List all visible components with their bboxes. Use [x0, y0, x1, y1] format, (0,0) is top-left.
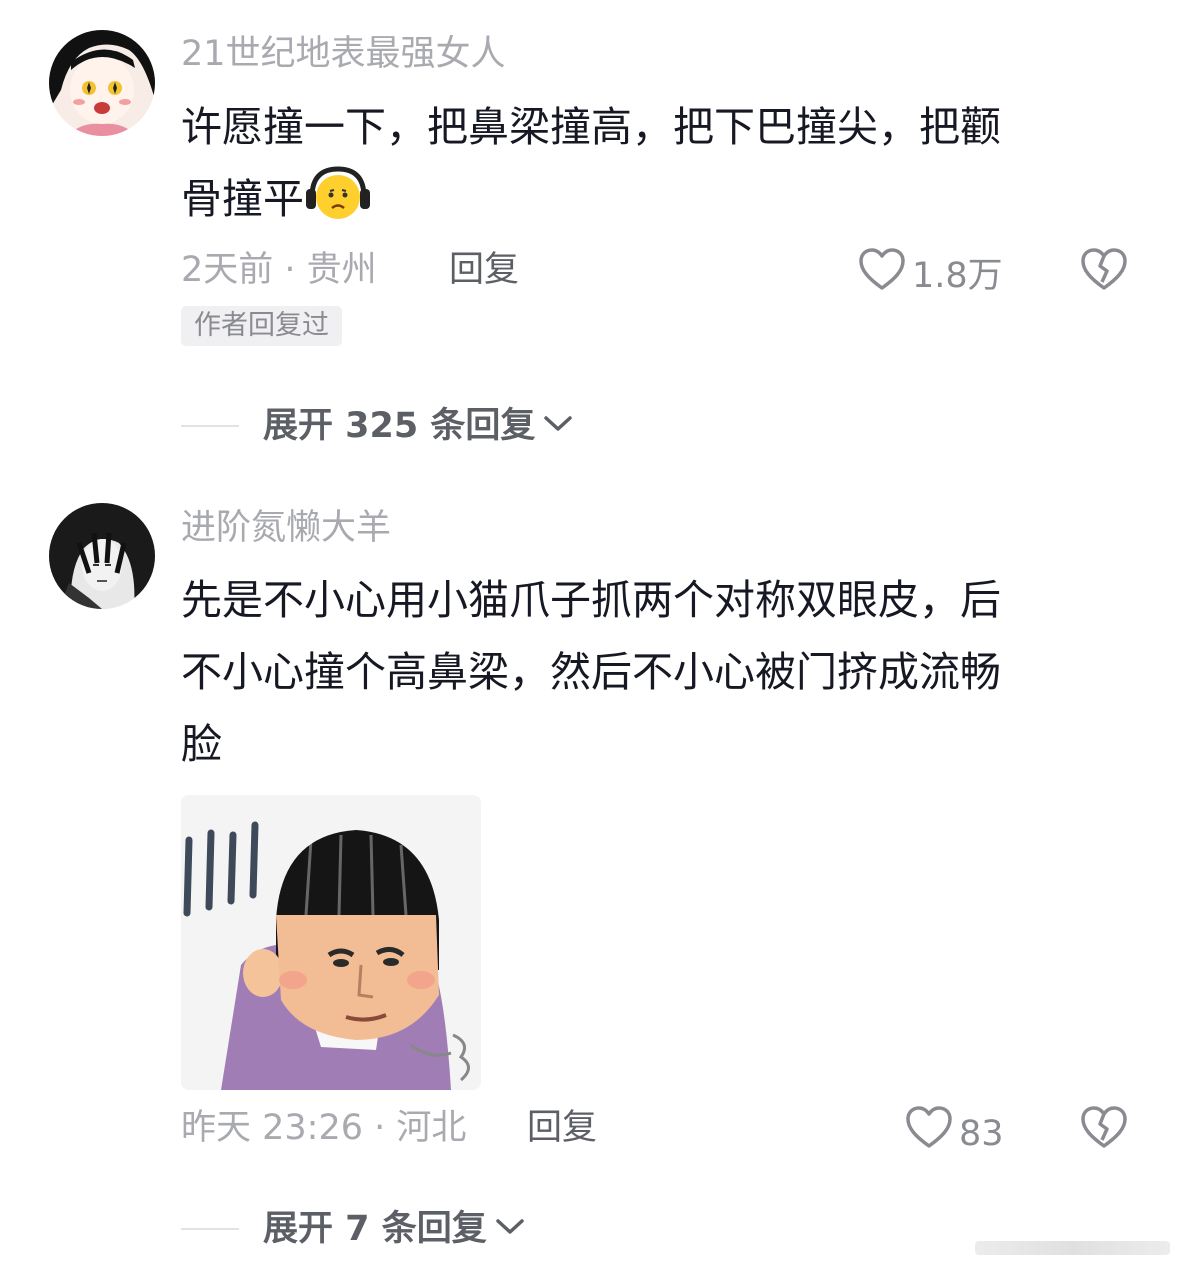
like-count: 83: [959, 1113, 1004, 1154]
heart-outline-icon: [905, 1106, 953, 1161]
meme-sticker-image[interactable]: [181, 795, 481, 1090]
like-count: 1.8万: [912, 255, 1003, 296]
expand-replies-label: 展开 325 条回复: [263, 406, 536, 446]
divider: [181, 425, 239, 427]
comment-text: 先是不小心用小猫爪子抓两个对称双眼皮，后 不小心撞个高鼻梁，然后不小心被门挤成流…: [181, 564, 1101, 780]
comment-text-line: 骨撞平: [181, 163, 1101, 245]
broken-heart-icon: [1080, 1106, 1128, 1154]
comment-text-line: 先是不小心用小猫爪子抓两个对称双眼皮，后: [181, 576, 1001, 624]
heart-outline-icon: [858, 248, 906, 303]
dislike-button[interactable]: [1080, 1106, 1128, 1154]
comment-meta: 2天前 · 贵州: [181, 250, 377, 290]
dislike-button[interactable]: [1080, 248, 1128, 296]
expand-replies-button[interactable]: 展开 325 条回复: [181, 404, 573, 448]
broken-heart-icon: [1080, 248, 1128, 296]
comment-text-line: 许愿撞一下，把鼻梁撞高，把下巴撞尖，把颧: [181, 103, 1001, 151]
username[interactable]: 21世纪地表最强女人: [181, 32, 506, 76]
expand-replies-label: 展开 7 条回复: [263, 1209, 487, 1249]
comment-text-line: 脸: [181, 720, 222, 768]
chevron-down-icon: [535, 414, 573, 438]
divider: [181, 1228, 239, 1230]
comment-text-line: 不小心撞个高鼻梁，然后不小心被门挤成流畅: [181, 648, 1001, 696]
like-button[interactable]: 83: [905, 1106, 1004, 1161]
watermark-bar: [975, 1241, 1170, 1255]
expand-replies-button[interactable]: 展开 7 条回复: [181, 1207, 525, 1251]
reply-button[interactable]: 回复: [527, 1106, 597, 1150]
comment-meta: 昨天 23:26 · 河北: [181, 1108, 467, 1148]
author-replied-badge: 作者回复过: [181, 306, 342, 346]
headphones-face-emoji: [304, 163, 372, 245]
chevron-down-icon: [487, 1217, 525, 1241]
like-button[interactable]: 1.8万: [858, 248, 1003, 303]
username[interactable]: 进阶氮懒大羊: [181, 506, 391, 550]
comment-text: 许愿撞一下，把鼻梁撞高，把下巴撞尖，把颧 骨撞平: [181, 91, 1101, 245]
avatar[interactable]: [49, 30, 155, 136]
avatar[interactable]: [49, 503, 155, 609]
reply-button[interactable]: 回复: [449, 248, 519, 292]
